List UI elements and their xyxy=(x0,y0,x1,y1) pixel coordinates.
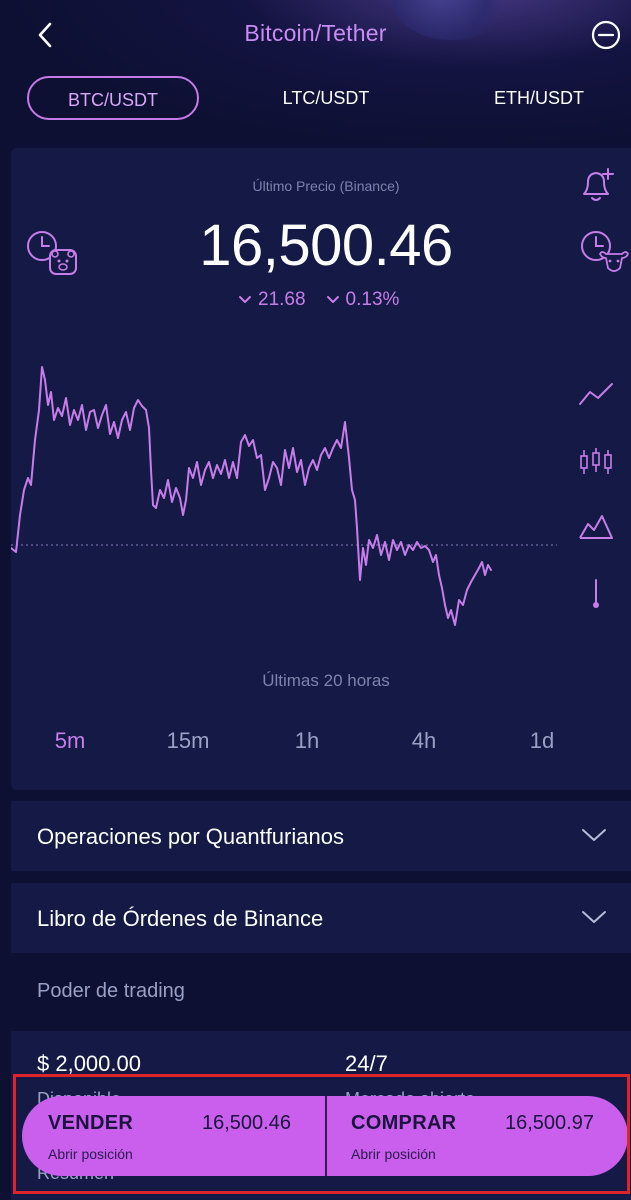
price-line xyxy=(11,366,492,626)
period-label: Últimas 20 horas xyxy=(262,671,390,690)
change-percent: 0.13% xyxy=(345,289,400,310)
price-change: 21.68 0.13% xyxy=(238,288,399,312)
chevron-down-icon xyxy=(582,911,606,923)
chevron-down-icon xyxy=(582,829,606,841)
clock-bear-icon[interactable] xyxy=(24,228,80,278)
timeframe-1d[interactable]: 1d xyxy=(507,728,577,754)
chevron-down-icon xyxy=(326,296,339,303)
tab-eth-usdt[interactable]: ETH/USDT xyxy=(462,76,616,120)
last-price: 16,500.46 xyxy=(199,213,453,278)
sell-label: VENDER xyxy=(48,1112,134,1134)
tab-btc-usdt[interactable]: BTC/USDT xyxy=(27,76,199,120)
buy-price: 16,500.97 xyxy=(505,1112,594,1134)
buy-label: COMPRAR xyxy=(351,1112,457,1134)
price-chart[interactable] xyxy=(11,350,571,640)
clock-bull-icon[interactable] xyxy=(578,228,630,278)
section-title: Libro de Órdenes de Binance xyxy=(37,906,324,931)
timeframe-4h[interactable]: 4h xyxy=(389,728,459,754)
pair-tabs: BTC/USDT LTC/USDT ETH/USDT xyxy=(0,76,631,122)
minus-circle-icon[interactable] xyxy=(590,19,622,51)
section-binance-order-book[interactable]: Libro de Órdenes de Binance xyxy=(11,883,631,953)
buy-button[interactable]: COMPRAR 16,500.97 Abrir posición xyxy=(327,1096,628,1176)
indicator-icon[interactable] xyxy=(586,578,606,610)
sell-subtitle: Abrir posición xyxy=(48,1146,133,1162)
section-quantfurianos-operations[interactable]: Operaciones por Quantfurianos xyxy=(11,801,631,871)
sell-price: 16,500.46 xyxy=(202,1112,291,1134)
timeframe-15m[interactable]: 15m xyxy=(153,728,223,754)
price-label: Último Precio (Binance) xyxy=(252,178,400,194)
sell-button[interactable]: VENDER 16,500.46 Abrir posición xyxy=(22,1096,325,1176)
available-balance: $ 2,000.00 xyxy=(37,1051,141,1076)
section-title: Operaciones por Quantfurianos xyxy=(37,824,344,849)
line-chart-icon[interactable] xyxy=(578,380,614,408)
change-absolute: 21.68 xyxy=(258,289,306,310)
area-chart-icon[interactable] xyxy=(578,512,614,540)
trade-action-bar: VENDER 16,500.46 Abrir posición COMPRAR … xyxy=(22,1096,628,1176)
market-hours: 24/7 xyxy=(345,1051,388,1076)
header: Bitcoin/Tether xyxy=(0,0,631,70)
page-title: Bitcoin/Tether xyxy=(244,20,387,46)
timeframe-5m[interactable]: 5m xyxy=(35,728,105,754)
bell-plus-icon[interactable] xyxy=(578,166,618,206)
timeframe-1h[interactable]: 1h xyxy=(272,728,342,754)
trading-power-label: Poder de trading xyxy=(37,980,185,1002)
chevron-down-icon xyxy=(239,296,251,303)
tab-ltc-usdt[interactable]: LTC/USDT xyxy=(250,76,402,120)
candlestick-icon[interactable] xyxy=(578,446,614,478)
buy-subtitle: Abrir posición xyxy=(351,1146,436,1162)
